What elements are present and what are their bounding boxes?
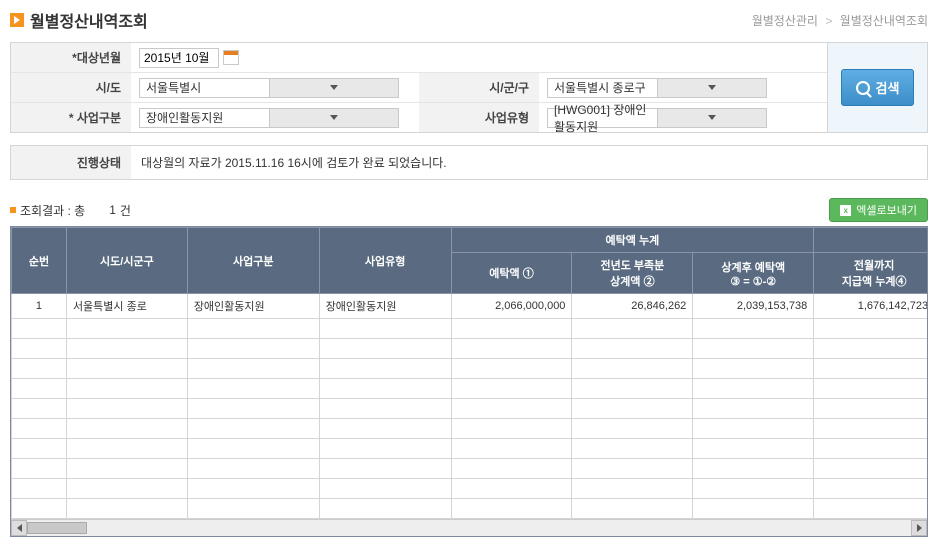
biz-type-select[interactable]: [HWG001] 장애인활동지원 (547, 108, 767, 128)
col-group-deposit: 예탁액 누계 (451, 228, 814, 253)
label-status: 진행상태 (11, 146, 131, 179)
export-label: 엑셀로보내기 (856, 202, 917, 218)
col-after[interactable]: 상계후 예탁액 ③ = ①-② (693, 253, 814, 294)
sido-value: 서울특별시 (140, 79, 269, 96)
label-sido: 시/도 (11, 73, 131, 102)
search-button[interactable]: 검색 (841, 69, 915, 106)
label-biz-type: 사업유형 (419, 103, 539, 132)
biz-div-select[interactable]: 장애인활동지원 (139, 108, 399, 128)
label-biz-div: * 사업구분 (11, 103, 131, 132)
sigungu-select[interactable]: 서울특별시 종로구 (547, 78, 767, 98)
target-ym-input[interactable] (139, 48, 219, 68)
biz-div-value: 장애인활동지원 (140, 109, 269, 126)
bullet-icon (10, 207, 16, 213)
cell-biztype: 장애인활동지원 (319, 294, 451, 319)
table-row (12, 479, 928, 499)
table-row (12, 319, 928, 339)
result-label: 조회결과 : 총 (20, 202, 85, 219)
col-deposit[interactable]: 예탁액 ① (451, 253, 572, 294)
chevron-down-icon (657, 109, 767, 127)
export-excel-button[interactable]: x 엑셀로보내기 (829, 198, 928, 222)
sido-select[interactable]: 서울특별시 (139, 78, 399, 98)
sigungu-value: 서울특별시 종로구 (548, 79, 657, 96)
horizontal-scrollbar[interactable] (11, 519, 927, 536)
status-panel: 진행상태 대상월의 자료가 2015.11.16 16시에 검토가 완료 되었습… (10, 145, 928, 180)
breadcrumb-item: 월별정산내역조회 (840, 14, 928, 28)
calendar-icon[interactable] (223, 50, 239, 65)
title-bullet-icon (10, 13, 24, 27)
result-count: 1 (109, 203, 116, 217)
cell-bizdiv: 장애인활동지원 (187, 294, 319, 319)
table-row (12, 359, 928, 379)
cell-seq: 1 (12, 294, 67, 319)
table-row (12, 339, 928, 359)
col-group-payment: 지 급 액 (814, 228, 927, 253)
biz-type-value: [HWG001] 장애인활동지원 (548, 101, 657, 135)
status-value: 대상월의 자료가 2015.11.16 16시에 검토가 완료 되었습니다. (131, 146, 927, 179)
cell-sido: 서울특별시 종로 (66, 294, 187, 319)
breadcrumb: 월별정산관리 > 월별정산내역조회 (752, 12, 928, 29)
search-panel: *대상년월 시/도 서울특별시 (10, 42, 928, 133)
chevron-down-icon (269, 79, 399, 97)
scroll-right-icon[interactable] (911, 520, 927, 536)
cell-prev: 1,676,142,723 (814, 294, 927, 319)
table-row (12, 419, 928, 439)
page-header: 월별정산내역조회 월별정산관리 > 월별정산내역조회 (10, 8, 928, 32)
cell-deposit: 2,066,000,000 (451, 294, 572, 319)
excel-icon: x (840, 205, 851, 216)
table-row (12, 379, 928, 399)
result-grid: 순번 시도/시군구 사업구분 사업유형 예탁액 누계 지 급 액 예탁액 ① 전… (10, 226, 928, 537)
table-row[interactable]: 1 서울특별시 종로 장애인활동지원 장애인활동지원 2,066,000,000… (12, 294, 928, 319)
col-sido[interactable]: 시도/시군구 (66, 228, 187, 294)
col-biztype[interactable]: 사업유형 (319, 228, 451, 294)
breadcrumb-item[interactable]: 월별정산관리 (752, 14, 818, 28)
col-prev[interactable]: 전월까지 지급액 누계④ (814, 253, 927, 294)
table-row (12, 439, 928, 459)
cell-after: 2,039,153,738 (693, 294, 814, 319)
col-bizdiv[interactable]: 사업구분 (187, 228, 319, 294)
table-row (12, 459, 928, 479)
chevron-down-icon (269, 109, 399, 127)
page-title: 월별정산내역조회 (30, 8, 148, 32)
label-target-ym: *대상년월 (11, 43, 131, 72)
col-offset[interactable]: 전년도 부족분 상계액 ② (572, 253, 693, 294)
search-button-label: 검색 (876, 78, 900, 97)
result-unit: 건 (120, 202, 131, 219)
chevron-down-icon (657, 79, 767, 97)
table-row (12, 499, 928, 519)
cell-offset: 26,846,262 (572, 294, 693, 319)
table-row (12, 399, 928, 419)
scroll-thumb[interactable] (27, 522, 87, 534)
label-sigungu: 시/군/구 (419, 73, 539, 102)
search-icon (856, 81, 870, 95)
chevron-right-icon: > (825, 14, 832, 28)
scroll-left-icon[interactable] (11, 520, 27, 536)
col-seq[interactable]: 순번 (12, 228, 67, 294)
